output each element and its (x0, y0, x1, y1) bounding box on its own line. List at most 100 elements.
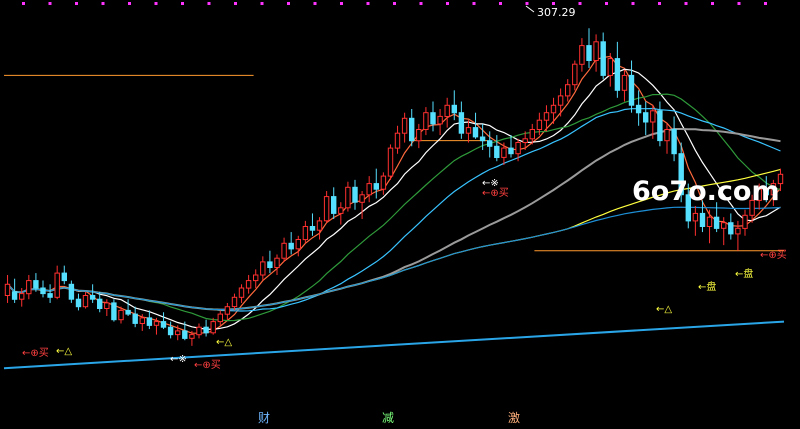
candle-body (75, 298, 82, 308)
candle-body (217, 313, 224, 323)
signal-label: ←△ (56, 346, 72, 357)
candlestick-chart: ←⊕买 ←△ ←※ ←⊕买 ←△ ←※ ←⊕买 ←△ ←盘 ←⊕买 ←盘 307.29 财减激 6o… (0, 0, 800, 425)
candle-body (11, 291, 18, 300)
top-marker (75, 2, 78, 5)
top-marker (499, 2, 502, 5)
candle-body (19, 293, 25, 300)
top-marker (128, 2, 131, 5)
top-marker (658, 2, 661, 5)
candle-body (416, 129, 422, 142)
candle-body (40, 287, 46, 295)
top-marker (260, 2, 264, 5)
candle-body (522, 138, 528, 144)
candle-body (664, 129, 670, 142)
watermark-logo: 6o7o.com (632, 176, 780, 207)
peak-price-label: 307.29 (537, 6, 576, 19)
signal-label: ←△ (656, 304, 672, 315)
candle-body (579, 45, 585, 65)
candle-body (423, 112, 429, 130)
candle-body (735, 227, 741, 235)
candle-body (437, 115, 443, 125)
candle-body (302, 226, 309, 241)
candle-body (657, 110, 663, 142)
candle-body (529, 129, 535, 140)
top-marker (393, 2, 396, 5)
candle-body (4, 283, 11, 296)
candle-body (713, 216, 720, 229)
top-marker (472, 2, 476, 5)
bottom-markers: 财减激 (258, 411, 520, 425)
candle-body (352, 186, 358, 203)
top-marker (605, 2, 608, 5)
top-markers (22, 2, 767, 5)
candle-body (210, 321, 216, 334)
candle-body (359, 194, 365, 203)
top-marker (234, 2, 237, 5)
candle-body (47, 293, 53, 298)
ma-line-140 (7, 206, 781, 311)
candle-body (465, 127, 472, 134)
candle-body (97, 298, 103, 310)
bottom-marker: 财 (258, 411, 270, 425)
candle-body (728, 222, 734, 235)
peak-leader-line (525, 5, 535, 13)
candle-body (260, 261, 266, 276)
candle-body (706, 216, 713, 227)
top-marker (419, 2, 423, 5)
signal-label: ←盘 (698, 280, 716, 293)
candle-body (253, 274, 259, 282)
candle-body (508, 147, 514, 155)
ma-line-50 (6, 128, 781, 311)
candle-body (267, 261, 273, 268)
top-marker (631, 2, 635, 5)
candle-body (458, 112, 465, 134)
top-marker (22, 2, 25, 5)
candle-body (132, 313, 138, 324)
candle-body (196, 326, 202, 336)
candle-body (238, 287, 245, 298)
candle-body (536, 119, 543, 130)
candle-body (628, 74, 635, 106)
top-marker (101, 2, 105, 5)
candle-body (175, 330, 181, 336)
candle-body (394, 132, 401, 149)
candle-body (380, 175, 387, 190)
candle-body (501, 147, 507, 158)
candle-body (387, 147, 394, 177)
candle-body (572, 63, 578, 86)
top-marker (313, 2, 317, 5)
candle-body (89, 295, 96, 300)
candle-body (742, 214, 748, 229)
peak-annotation: 307.29 (525, 5, 576, 19)
chart-canvas: ←⊕买 ←△←※←⊕买←△←※←⊕买←△←盘←⊕买←盘 307.29 财减激 6o… (3, 2, 787, 425)
candle-body (61, 272, 67, 282)
candle-body (600, 41, 606, 76)
signal-label: ←⊕买 (760, 249, 787, 261)
signal-label: ←盘 (735, 267, 753, 280)
candle-body (167, 326, 174, 336)
candle-body (345, 186, 351, 209)
candle-body (26, 280, 32, 295)
candle-body (118, 309, 124, 321)
candle-body (203, 326, 209, 334)
top-marker (711, 2, 714, 5)
top-marker (684, 2, 688, 5)
top-marker (764, 2, 767, 5)
candle-body (245, 280, 252, 289)
ma-line-20 (7, 93, 781, 322)
candle-body (104, 302, 110, 309)
candle-body (472, 127, 479, 138)
top-marker (525, 2, 529, 5)
candle-body (274, 257, 280, 269)
candle-body (160, 321, 167, 328)
candle-body (515, 142, 521, 155)
candle-body (189, 334, 195, 339)
signal-label: ←※ (170, 354, 187, 365)
candle-body (401, 117, 408, 134)
candle-body (444, 104, 450, 118)
candle-body (543, 112, 550, 121)
candle-body (650, 110, 656, 123)
candle-body (33, 280, 39, 289)
candle-body (224, 306, 231, 315)
candle-body (494, 145, 500, 159)
